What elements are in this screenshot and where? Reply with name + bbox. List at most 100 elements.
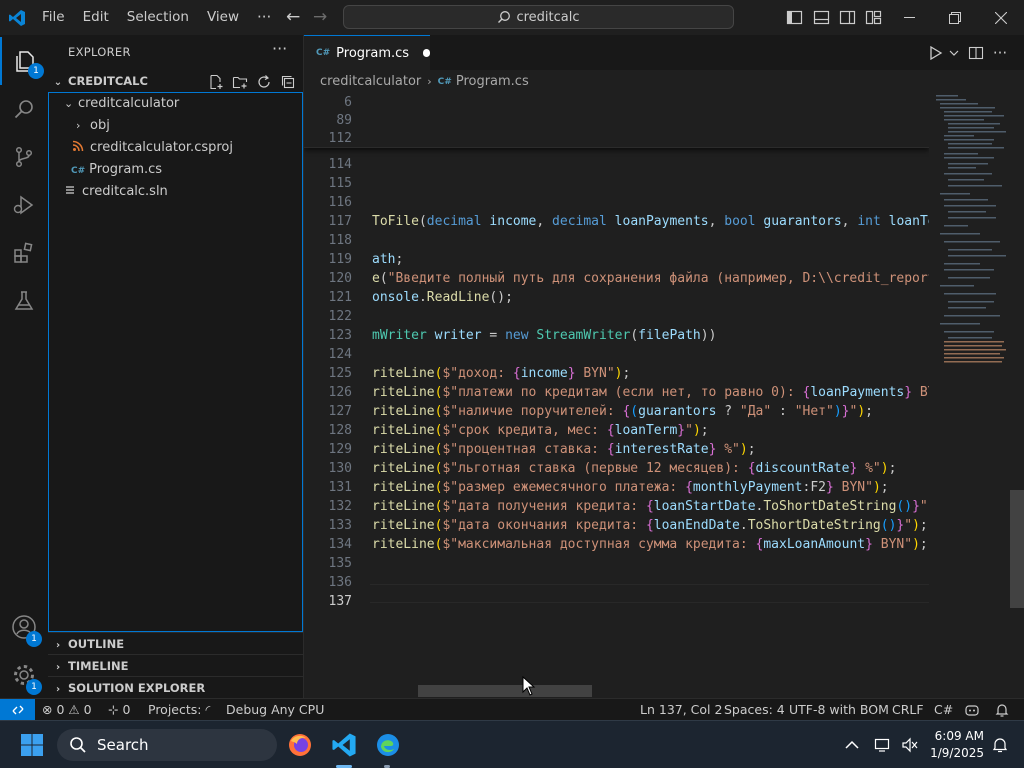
menu-selection[interactable]: Selection — [118, 0, 198, 35]
code-line: ToFile(decimal income, decimal loanPayme… — [372, 214, 929, 229]
toggle-panel-icon[interactable] — [813, 9, 830, 26]
menu-view[interactable]: View — [198, 0, 248, 35]
windows-taskbar: Search 6:09 AM 1/9/2025 — [0, 720, 1024, 768]
vertical-scrollbar-thumb[interactable] — [1010, 490, 1024, 608]
line-number: 115 — [328, 176, 352, 191]
line-number: 118 — [328, 233, 352, 248]
tree-item-label: obj — [90, 118, 110, 133]
radio-tower-icon: ⊹ — [108, 702, 119, 717]
testing-icon[interactable] — [0, 277, 48, 325]
error-icon: ⊗ — [42, 702, 53, 717]
close-button[interactable] — [978, 0, 1024, 35]
line-number: 120 — [328, 271, 352, 286]
indentation[interactable]: Spaces: 4 — [724, 699, 785, 721]
encoding[interactable]: UTF-8 with BOM — [789, 699, 889, 721]
back-arrow-icon[interactable]: ← — [286, 0, 300, 35]
loading-spinner-icon: ◜ — [205, 702, 211, 717]
horizontal-scrollbar-thumb[interactable] — [418, 685, 592, 697]
sticky-scroll[interactable]: 6 89 112 — [304, 93, 929, 148]
search-view-icon[interactable] — [0, 85, 48, 133]
breadcrumb-folder[interactable]: creditcalculator — [320, 71, 421, 93]
tree-item-label: creditcalc.sln — [82, 184, 168, 199]
new-file-icon[interactable] — [204, 72, 228, 92]
remote-indicator-icon[interactable] — [0, 699, 35, 721]
accounts-icon[interactable]: 1 — [0, 603, 48, 651]
explorer-actions — [204, 72, 300, 92]
ports-indicator[interactable]: ⊹ 0 — [108, 699, 130, 721]
command-center-search[interactable]: creditcalc — [343, 5, 734, 29]
cursor-position[interactable]: Ln 137, Col 2 — [640, 699, 722, 721]
sidebar-more-icon[interactable]: ··· — [272, 39, 287, 58]
clock-time: 6:09 AM — [934, 729, 984, 743]
timeline-section-header[interactable]: › TIMELINE — [48, 654, 303, 676]
sidebar-title: EXPLORER — [68, 45, 131, 59]
menu-edit[interactable]: Edit — [74, 0, 118, 35]
warning-icon: ⚠ — [68, 702, 80, 717]
status-bar: ⊗ 0 ⚠ 0 ⊹ 0 Projects: ◜ Debug Any CPU Ln… — [0, 698, 1024, 721]
code-editor[interactable]: 6 89 112 114 115 116 117 118 119 120 121… — [304, 93, 929, 698]
refresh-icon[interactable] — [252, 72, 276, 92]
line-number: 112 — [328, 131, 352, 146]
line-number: 129 — [328, 442, 352, 457]
outline-section-header[interactable]: › OUTLINE — [48, 632, 303, 654]
run-play-icon[interactable] — [926, 43, 946, 63]
tree-item-obj[interactable]: › obj — [49, 115, 302, 137]
tab-program-cs[interactable]: C# Program.cs — [304, 35, 430, 70]
line-number: 117 — [328, 214, 352, 229]
line-number: 89 — [336, 113, 352, 128]
customize-layout-icon[interactable] — [865, 9, 882, 26]
tree-item-creditcalculator[interactable]: ⌄ creditcalculator — [49, 93, 302, 115]
forward-arrow-icon[interactable]: → — [313, 0, 327, 35]
taskbar-search[interactable]: Search — [57, 729, 277, 761]
run-debug-icon[interactable] — [0, 181, 48, 229]
menu-more[interactable]: ··· — [248, 0, 280, 35]
chevron-up-icon[interactable] — [836, 729, 868, 761]
split-editor-icon[interactable] — [966, 43, 986, 63]
firefox-icon[interactable] — [284, 729, 316, 761]
unsaved-dot-icon[interactable] — [423, 49, 430, 57]
csharp-file-icon: C# — [316, 48, 331, 58]
tree-item-csproj[interactable]: creditcalculator.csproj — [49, 137, 302, 159]
line-number: 133 — [328, 518, 352, 533]
manage-gear-icon[interactable]: 1 — [0, 651, 48, 699]
toggle-primary-sidebar-icon[interactable] — [786, 9, 803, 26]
line-ending[interactable]: CRLF — [892, 699, 924, 721]
minimap[interactable] — [930, 93, 1008, 698]
new-folder-icon[interactable] — [228, 72, 252, 92]
taskbar-clock[interactable]: 6:09 AM 1/9/2025 — [930, 728, 984, 762]
windows-start-icon[interactable] — [16, 729, 48, 761]
search-icon — [498, 11, 511, 23]
collapse-all-icon[interactable] — [276, 72, 300, 92]
copilot-icon[interactable] — [964, 699, 980, 721]
csharp-file-icon: C# — [71, 166, 86, 176]
volume-muted-icon[interactable] — [894, 729, 926, 761]
notifications-bell-icon[interactable] — [984, 729, 1016, 761]
tree-item-sln[interactable]: creditcalc.sln — [49, 181, 302, 203]
editor-more-icon[interactable]: ··· — [990, 43, 1010, 63]
extensions-icon[interactable] — [0, 229, 48, 277]
problems-indicator[interactable]: ⊗ 0 ⚠ 0 — [42, 699, 92, 721]
solution-explorer-section-header[interactable]: › SOLUTION EXPLORER — [48, 676, 303, 698]
language-mode[interactable]: C# — [934, 699, 953, 721]
file-tree: ⌄ creditcalculator › obj creditcalculator.… — [48, 92, 303, 632]
source-control-icon[interactable] — [0, 133, 48, 181]
line-number: 119 — [328, 252, 352, 267]
edge-icon[interactable] — [372, 729, 404, 761]
explorer-icon[interactable]: 1 — [0, 37, 48, 85]
toggle-secondary-sidebar-icon[interactable] — [839, 9, 856, 26]
tree-item-label: Program.cs — [89, 162, 163, 177]
activity-bar: 1 1 1 — [0, 35, 48, 698]
run-dropdown-chevron-icon[interactable] — [944, 43, 964, 63]
restore-button[interactable] — [932, 0, 978, 35]
vertical-scrollbar[interactable] — [1010, 93, 1024, 698]
tree-item-program-cs[interactable]: C# Program.cs — [49, 159, 302, 181]
debug-config[interactable]: Debug Any CPU — [226, 699, 324, 721]
minimize-button[interactable] — [886, 0, 932, 35]
projects-status[interactable]: Projects: ◜ — [148, 699, 210, 721]
breadcrumb-file[interactable]: Program.cs — [456, 71, 529, 93]
line-number: 114 — [328, 157, 352, 172]
line-number: 124 — [328, 347, 352, 362]
menu-file[interactable]: File — [34, 0, 74, 35]
vscode-taskbar-icon[interactable] — [328, 729, 360, 761]
notifications-bell-icon[interactable] — [995, 699, 1009, 721]
